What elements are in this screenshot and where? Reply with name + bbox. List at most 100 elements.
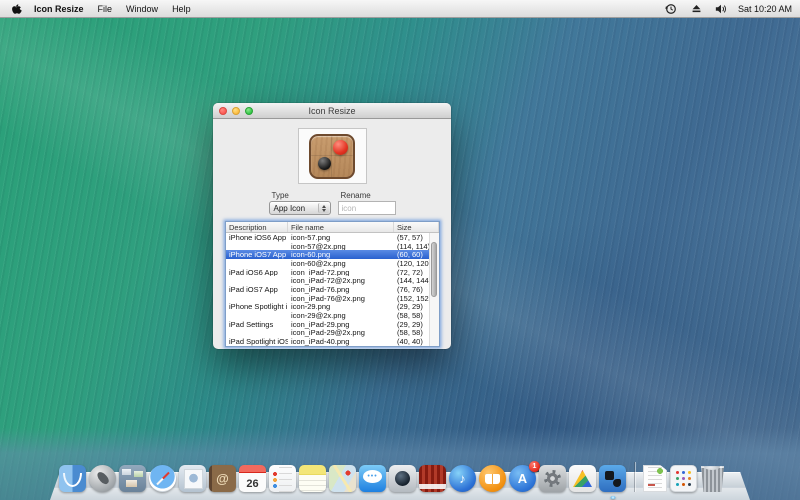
table-row[interactable]: iPad Spotlight iOS 7 icon_iPad-40.png (4… — [226, 337, 429, 346]
eject-icon[interactable] — [690, 2, 703, 15]
cell-description: iPhone iOS7 App — [226, 250, 288, 259]
window-title: Icon Resize — [308, 106, 355, 116]
cell-size: (72, 72) — [394, 268, 429, 277]
cell-description: iPad Settings — [226, 320, 288, 329]
cell-description: iPad iOS7 App — [226, 285, 288, 294]
dock-icons: 26 1 — [59, 462, 725, 492]
table-row[interactable]: iPhone iOS6 App icon-57.png (57, 57) — [226, 233, 429, 242]
volume-icon[interactable] — [715, 2, 728, 15]
popup-stepper-icon — [318, 203, 329, 213]
dock-icon-maps[interactable] — [329, 465, 356, 492]
table-row[interactable]: icon-57@2x.png (114, 114) — [226, 242, 429, 251]
cell-size: (58, 58) — [394, 311, 429, 320]
dock-icon-toy-blocks-app[interactable] — [569, 465, 596, 492]
cell-size: (114, 114) — [394, 242, 429, 251]
table-row[interactable]: icon_iPad-72@2x.png (144, 144) — [226, 276, 429, 285]
dock-icon-reminders[interactable] — [269, 465, 296, 492]
black-ball-graphic — [318, 157, 331, 170]
window-content: Type App Icon Rename Description File na… — [213, 119, 451, 349]
cell-size: (58, 58) — [394, 329, 429, 338]
cell-file-name: icon-29@2x.png — [288, 311, 394, 320]
traffic-lights — [219, 107, 253, 115]
cell-description: iPhone Spotlight i... — [226, 303, 288, 312]
cell-file-name: icon_iPad-29.png — [288, 320, 394, 329]
cell-file-name: icon_iPad-72@2x.png — [288, 276, 394, 285]
window-title-bar[interactable]: Icon Resize — [213, 103, 451, 119]
form-row: Type App Icon Rename — [213, 191, 451, 215]
dock-icon-system-preferences[interactable] — [539, 465, 566, 492]
icon-size-table: Description File name Size iPhone iOS6 A… — [225, 221, 440, 347]
table-header: Description File name Size — [226, 222, 439, 233]
dock-icon-launchpad[interactable] — [89, 465, 116, 492]
table-row[interactable]: iPad iOS7 App icon_iPad-76.png (76, 76) — [226, 285, 429, 294]
type-popup-value: App Icon — [274, 204, 306, 213]
dock-icon-facetime[interactable] — [389, 465, 416, 492]
minimize-button[interactable] — [232, 107, 240, 115]
dock-icon-applications-folder[interactable] — [670, 465, 697, 492]
red-ball-graphic — [333, 140, 348, 155]
dock-icon-itunes[interactable] — [449, 465, 476, 492]
cell-file-name: icon_iPad-29@2x.png — [288, 329, 394, 338]
table-row[interactable]: icon_iPad-29@2x.png (58, 58) — [226, 329, 429, 338]
dock-divider — [634, 462, 635, 492]
dock-icon-icon-resize-app[interactable] — [599, 465, 626, 492]
icon-resize-window: Icon Resize Type App Icon Rename — [213, 103, 451, 349]
table-row[interactable]: icon_iPad-76@2x.png (152, 152) — [226, 294, 429, 303]
calendar-day-number: 26 — [239, 465, 266, 492]
dock-icon-finder[interactable] — [59, 465, 86, 492]
header-description[interactable]: Description — [226, 222, 288, 232]
active-app-menu[interactable]: Icon Resize — [34, 4, 84, 14]
menu-item-help[interactable]: Help — [172, 4, 191, 14]
table-row[interactable]: iPhone Spotlight i... icon-29.png (29, 2… — [226, 303, 429, 312]
type-popup[interactable]: App Icon — [269, 201, 331, 215]
cell-file-name: icon-57@2x.png — [288, 242, 394, 251]
header-size[interactable]: Size — [394, 222, 439, 232]
cell-size: (60, 60) — [394, 250, 429, 259]
dock-icon-safari[interactable] — [149, 465, 176, 492]
cell-file-name: icon_iPad-40.png — [288, 337, 394, 346]
zoom-button[interactable] — [245, 107, 253, 115]
cell-size: (57, 57) — [394, 233, 429, 242]
table-row[interactable]: iPad iOS6 App icon_iPad-72.png (72, 72) — [226, 268, 429, 277]
dock-icon-ibooks[interactable] — [479, 465, 506, 492]
dock: 26 1 — [50, 456, 750, 500]
rename-input[interactable] — [338, 201, 396, 215]
dock-icon-documents-stack[interactable] — [643, 465, 667, 492]
scrollbar-thumb[interactable] — [431, 242, 437, 297]
table-body: iPhone iOS6 App icon-57.png (57, 57) ico… — [226, 233, 429, 346]
dock-icon-contacts[interactable] — [209, 465, 236, 492]
cell-file-name: icon-29.png — [288, 303, 394, 312]
dock-icon-messages[interactable] — [359, 465, 386, 492]
dock-icon-notes[interactable] — [299, 465, 326, 492]
cell-file-name: icon-60.png — [288, 250, 394, 259]
cell-description: iPhone iOS6 App — [226, 233, 288, 242]
dock-icon-mission-control[interactable] — [119, 465, 146, 492]
close-button[interactable] — [219, 107, 227, 115]
app-icon-preview — [309, 134, 355, 179]
icon-preview-well — [298, 128, 367, 184]
cell-file-name: icon-57.png — [288, 233, 394, 242]
dock-icon-mail[interactable] — [179, 465, 206, 492]
table-row[interactable]: iPad Settings icon_iPad-29.png (29, 29) — [226, 320, 429, 329]
menu-item-window[interactable]: Window — [126, 4, 158, 14]
table-row[interactable]: icon-29@2x.png (58, 58) — [226, 311, 429, 320]
dock-icon-trash[interactable] — [700, 465, 725, 492]
cell-description: iPad iOS6 App — [226, 268, 288, 277]
cell-file-name: icon_iPad-72.png — [288, 268, 394, 277]
cell-size: (144, 144) — [394, 276, 429, 285]
table-row[interactable]: iPhone iOS7 App icon-60.png (60, 60) — [226, 250, 429, 259]
table-row[interactable]: icon-60@2x.png (120, 120) — [226, 259, 429, 268]
dock-icon-app-store[interactable]: 1 — [509, 465, 536, 492]
rename-label: Rename — [341, 191, 396, 200]
header-file-name[interactable]: File name — [288, 222, 394, 232]
menu-bar: Icon Resize File Window Help Sat 10:20 A… — [0, 0, 800, 18]
menu-bar-clock[interactable]: Sat 10:20 AM — [738, 4, 792, 14]
apple-menu-icon[interactable] — [10, 3, 22, 15]
menu-item-file[interactable]: File — [98, 4, 113, 14]
dock-icon-photo-booth[interactable] — [419, 465, 446, 492]
running-indicator — [610, 496, 615, 499]
time-machine-icon[interactable] — [665, 2, 678, 15]
cell-size: (120, 120) — [394, 259, 429, 268]
vertical-scrollbar[interactable] — [429, 233, 439, 346]
dock-icon-calendar[interactable]: 26 — [239, 465, 266, 492]
